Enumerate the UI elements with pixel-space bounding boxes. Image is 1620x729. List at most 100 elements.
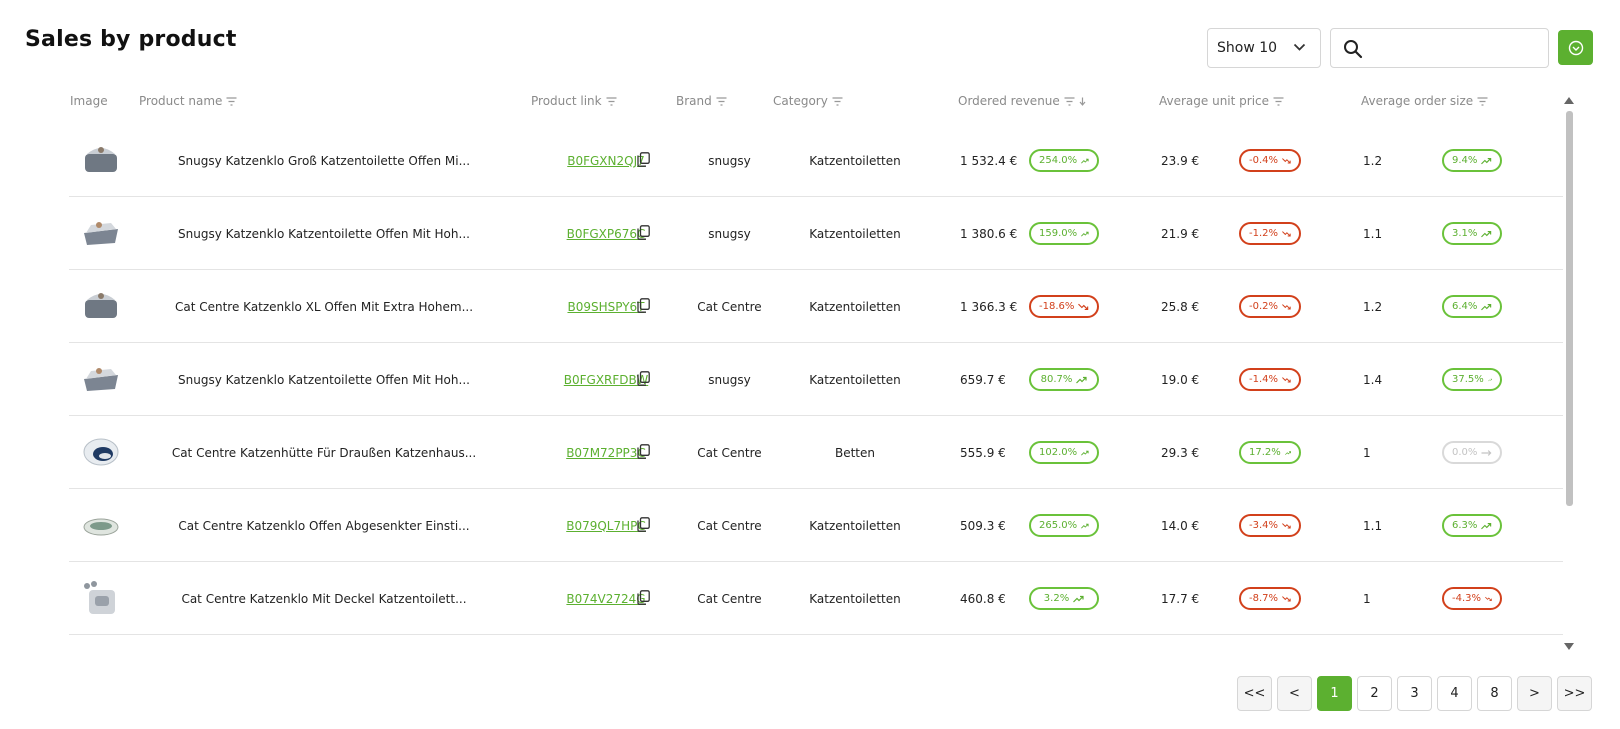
copy-icon[interactable] [637,590,650,605]
trend-down-icon [1078,303,1089,310]
scroll-up-icon[interactable] [1564,97,1574,104]
page-nav-next[interactable]: > [1517,676,1552,711]
trend-up-icon [1481,522,1492,529]
category: Katzentoiletten [809,518,901,533]
page-size-select[interactable]: Show 10 [1207,28,1321,68]
page-button-2[interactable]: 2 [1357,676,1392,711]
page-button-8[interactable]: 8 [1477,676,1512,711]
options-button[interactable] [1558,30,1593,65]
filter-icon[interactable] [716,96,727,106]
change-badge: -1.4% [1239,368,1301,391]
product-thumbnail[interactable] [81,213,121,253]
product-thumbnail[interactable] [81,286,121,326]
product-thumbnail[interactable] [81,432,121,472]
change-badge: 3.2% [1029,587,1099,610]
filter-icon[interactable] [606,96,617,106]
table-row[interactable]: Snugsy Katzenklo Katzentoilette Offen Mi… [69,197,1563,270]
product-link-cell: B074V2724G [538,562,674,635]
page-button-4[interactable]: 4 [1437,676,1472,711]
product-link[interactable]: B0FGXRFDBW [564,373,648,387]
ordered-revenue: 659.7 € [960,372,1006,387]
trend-down-icon [1282,522,1291,529]
page-button-3[interactable]: 3 [1397,676,1432,711]
filter-icon[interactable] [226,96,237,106]
column-header-product-name[interactable]: Product name [139,94,237,108]
table-row[interactable] [69,635,1563,655]
ordered-revenue: 1 532.4 € [960,153,1018,168]
page-nav-last[interactable]: >> [1557,676,1592,711]
product-link[interactable]: B0FGXP676C [567,227,646,241]
change-badge: 37.5% [1442,368,1502,391]
change-badge: 6.3% [1442,514,1502,537]
table-row[interactable]: Cat Centre Katzenklo XL Offen Mit Extra … [69,270,1563,343]
page-nav-first[interactable]: << [1237,676,1272,711]
table-row[interactable]: Cat Centre Katzenklo Mit Deckel Katzento… [69,562,1563,635]
average-unit-price: 21.9 € [1161,226,1200,241]
product-thumbnail[interactable] [81,578,121,618]
column-header-category[interactable]: Category [773,94,843,108]
trend-up-icon [1487,378,1492,381]
change-badge: -18.6% [1029,295,1099,318]
filter-icon[interactable] [1273,96,1284,106]
scroll-down-icon[interactable] [1564,643,1574,650]
filter-icon[interactable] [1477,96,1488,106]
category [780,635,930,655]
copy-icon[interactable] [637,444,650,459]
trend-up-icon [1076,376,1087,383]
search-input[interactable] [1375,37,1540,59]
copy-icon[interactable] [637,298,650,313]
sort-desc-icon[interactable] [1079,97,1086,106]
copy-icon[interactable] [637,517,650,532]
change-badge: 9.4% [1442,149,1502,172]
ordered-revenue: 460.8 € [960,591,1006,606]
product-name: Cat Centre Katzenklo Mit Deckel Katzento… [181,591,467,606]
change-badge: 6.4% [1442,295,1502,318]
page-button-1[interactable]: 1 [1317,676,1352,711]
copy-icon[interactable] [637,371,650,386]
table-row[interactable]: Cat Centre Katzenklo Offen Abgesenkter E… [69,489,1563,562]
category: Betten [834,445,875,460]
change-badge: -4.3% [1442,587,1502,610]
product-link-cell: B0FGXP676C [538,197,674,270]
product-link[interactable]: B09SHSPY6T [567,300,644,314]
page-nav-prev[interactable]: < [1277,676,1312,711]
product-thumbnail[interactable] [81,505,121,545]
column-header-brand[interactable]: Brand [676,94,727,108]
trend-up-icon [1081,523,1089,528]
column-header-average-order-size[interactable]: Average order size [1361,94,1488,108]
search-box[interactable] [1330,28,1549,68]
average-unit-price: 19.0 € [1161,372,1200,387]
page-size-label: Show 10 [1217,40,1278,56]
brand: snugsy [708,153,751,168]
product-link[interactable]: B0FGXN2QJ7 [567,154,645,168]
ordered-revenue: 1 380.6 € [960,226,1018,241]
table-row[interactable]: Cat Centre Katzenhütte Für Draußen Katze… [69,416,1563,489]
column-header-product-link[interactable]: Product link [531,94,617,108]
product-thumbnail[interactable] [81,359,121,399]
product-link-cell: B0FGXN2QJ7 [538,124,674,197]
change-badge: -3.4% [1239,514,1301,537]
table-row[interactable]: Snugsy Katzenklo Groß Katzentoilette Off… [69,124,1563,197]
column-header-average-unit-price[interactable]: Average unit price [1159,94,1284,108]
column-header-ordered-revenue[interactable]: Ordered revenue [958,94,1086,108]
product-name: Cat Centre Katzenklo XL Offen Mit Extra … [174,299,474,314]
scrollbar-thumb[interactable] [1566,111,1573,506]
trend-up-icon [1081,158,1089,163]
copy-icon[interactable] [637,152,650,167]
product-thumbnail[interactable] [81,651,121,655]
product-link[interactable]: B074V2724G [566,592,645,606]
product-name: Snugsy Katzenklo Katzentoilette Offen Mi… [178,226,470,241]
filter-icon[interactable] [832,96,843,106]
copy-icon[interactable] [637,225,650,240]
product-link[interactable]: B07M72PP3C [566,446,646,460]
product-link[interactable]: B079QL7HPC [566,519,646,533]
table-row[interactable]: Snugsy Katzenklo Katzentoilette Offen Mi… [69,343,1563,416]
filter-icon[interactable] [1064,96,1075,106]
page-title: Sales by product [25,27,237,52]
average-order-size: 1.4 [1363,372,1383,387]
brand: Cat Centre [697,518,762,533]
search-icon [1344,40,1363,59]
product-link-cell: B0FGXRFDBW [538,343,674,416]
category: Katzentoiletten [809,372,901,387]
product-thumbnail[interactable] [81,140,121,180]
